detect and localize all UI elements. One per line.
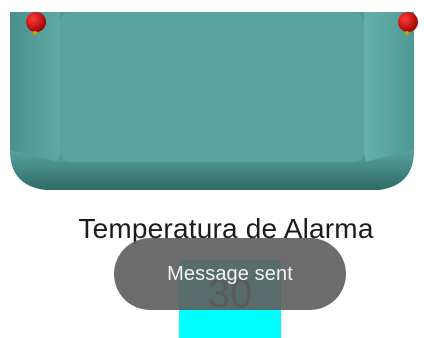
- device-image: [10, 12, 418, 190]
- toast-message: Message sent: [167, 262, 293, 285]
- toast-notification: Message sent: [114, 238, 346, 310]
- device-illustration: [0, 0, 424, 200]
